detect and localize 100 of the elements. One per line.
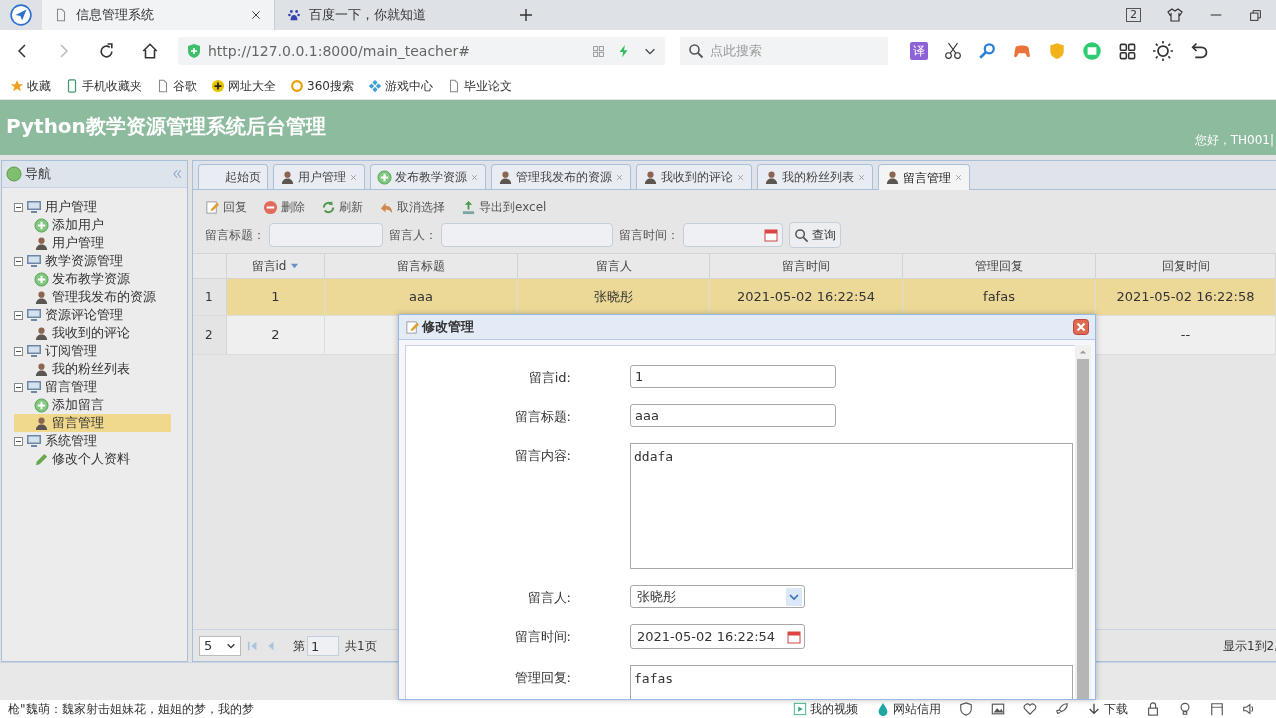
page-size-select[interactable]: 5 (199, 635, 241, 656)
tree-item[interactable]: 留言管理 (14, 414, 171, 432)
apps-grid-icon[interactable] (1118, 41, 1137, 61)
query-button[interactable]: 查询 (789, 222, 841, 248)
collapse-toggle-icon[interactable] (14, 202, 23, 212)
gamepad-icon[interactable] (1012, 42, 1032, 60)
tab[interactable]: 我的粉丝列表 (757, 164, 873, 189)
paw-icon (287, 8, 301, 22)
textarea-field[interactable]: fafas (630, 665, 1073, 699)
tab[interactable]: 用户管理 (273, 164, 365, 189)
tree-item[interactable]: 我的粉丝列表 (14, 360, 171, 378)
tab-count[interactable]: 2 (1126, 8, 1141, 22)
scrollbar[interactable] (1075, 345, 1091, 699)
tree-item[interactable]: 管理我发布的资源 (14, 288, 171, 306)
collapse-toggle-icon[interactable] (14, 256, 23, 266)
tree-item[interactable]: 添加留言 (14, 396, 171, 414)
translate-button[interactable]: 译 (910, 42, 928, 60)
toolbar-button[interactable]: 刷新 (321, 198, 363, 216)
tree-item[interactable]: 用户管理 (14, 234, 171, 252)
select-field[interactable]: 张晓彤 (630, 585, 805, 608)
reload-icon[interactable] (98, 42, 115, 60)
tree-node[interactable]: 用户管理 (45, 197, 97, 217)
search-placeholder: 点此搜索 (710, 42, 762, 61)
heart-icon[interactable] (1023, 702, 1037, 716)
rocket-icon[interactable] (1055, 702, 1069, 716)
column-header[interactable]: 留言人 (518, 254, 710, 278)
window-icon[interactable] (1210, 702, 1224, 716)
status-item[interactable]: 下载 (1087, 700, 1128, 718)
news-ticker[interactable]: 枪"魏萌：魏家射击姐妹花，姐姐的梦，我的梦 (8, 700, 793, 718)
calendar-icon[interactable] (786, 628, 802, 645)
browser-tab[interactable]: 信息管理系统 (42, 0, 274, 30)
tab[interactable]: 起始页 (198, 164, 268, 189)
bookmark-link[interactable]: 手机收藏夹 (65, 76, 142, 95)
scroll-up-icon[interactable] (1079, 349, 1087, 355)
table-row[interactable]: 1 aaa 张晓彤 2021-05-02 16:22:54 fafas 2021-05-02 16:22:58 (227, 279, 1276, 315)
date-field[interactable] (683, 223, 783, 247)
shield-icon[interactable] (959, 702, 973, 716)
lock-icon[interactable] (1146, 702, 1160, 716)
field-label: 留言内容: (513, 447, 571, 465)
tree-item[interactable]: 我收到的评论 (14, 324, 171, 342)
column-header[interactable]: 留言标题 (325, 254, 518, 278)
collapse-toggle-icon[interactable] (14, 346, 23, 356)
shirt-icon[interactable] (1167, 7, 1183, 23)
toolbar-button[interactable]: 回复 (205, 198, 247, 216)
bookmark-link[interactable]: 游戏中心 (367, 76, 433, 95)
page-input[interactable]: 1 (307, 635, 339, 656)
date-field[interactable]: 2021-05-02 16:22:54 (630, 624, 805, 649)
column-header[interactable]: 管理回复 (903, 254, 1096, 278)
column-header[interactable]: 留言时间 (710, 254, 903, 278)
grid-icon[interactable] (592, 44, 605, 58)
column-header[interactable]: 回复时间 (1096, 254, 1276, 278)
bulb-icon[interactable] (1178, 702, 1192, 716)
tree-item[interactable]: 发布教学资源 (14, 270, 171, 288)
new-tab-icon[interactable] (518, 7, 534, 23)
text-field[interactable] (269, 223, 383, 247)
toolbar-button[interactable]: 导出到excel (461, 198, 547, 216)
input-field[interactable]: 1 (630, 365, 836, 388)
tree-node[interactable]: 订阅管理 (45, 341, 97, 361)
input-field[interactable]: aaa (630, 404, 836, 427)
close-icon[interactable] (1073, 319, 1089, 335)
plus-circle-icon (34, 397, 49, 413)
browser-logo[interactable] (10, 4, 32, 26)
scrollbar-thumb[interactable] (1077, 359, 1089, 699)
speaker-icon[interactable] (1242, 702, 1256, 716)
magnifier-icon[interactable] (978, 42, 996, 60)
tree-node[interactable]: 资源评论管理 (45, 305, 123, 325)
bookmark-link[interactable]: 360搜索 (290, 76, 354, 95)
bookmark-link[interactable]: 收藏 (10, 76, 51, 95)
tab-label: 我收到的评论 (661, 169, 733, 186)
sun-icon[interactable] (1153, 41, 1173, 61)
text-field[interactable] (441, 223, 613, 247)
tab[interactable]: 发布教学资源 (370, 164, 486, 189)
tree-item[interactable]: 修改个人资料 (14, 450, 171, 468)
textarea-field[interactable]: ddafa (630, 443, 1073, 569)
close-icon[interactable] (250, 9, 262, 21)
bookmark-link[interactable]: 网址大全 (211, 76, 276, 95)
tree-node[interactable]: 教学资源管理 (45, 251, 123, 271)
scissors-icon[interactable] (944, 42, 962, 60)
address-bar[interactable]: http://127.0.0.1:8000/main_teacher# (178, 37, 665, 65)
undo-icon[interactable] (1189, 41, 1209, 61)
status-item[interactable]: 我的视频 (793, 700, 858, 718)
tab[interactable]: 我收到的评论 (636, 164, 752, 189)
status-item[interactable]: 网站信用 (876, 700, 941, 718)
collapse-toggle-icon[interactable] (14, 436, 23, 446)
column-header[interactable]: 留言id (227, 254, 325, 278)
bookmark-link[interactable]: 毕业论文 (446, 76, 512, 95)
tree-node[interactable]: 系统管理 (45, 431, 97, 451)
tree-node[interactable]: 留言管理 (45, 377, 97, 397)
image-icon[interactable] (991, 702, 1005, 716)
tab[interactable]: 管理我发布的资源 (491, 164, 631, 189)
home-icon[interactable] (141, 42, 159, 60)
calendar-icon[interactable] (763, 227, 779, 243)
restore-icon[interactable] (1249, 8, 1262, 22)
toolbar-button[interactable]: 删除 (263, 198, 305, 216)
tree-item[interactable]: 添加用户 (14, 216, 171, 234)
toolbar-button[interactable]: 取消选择 (379, 198, 445, 216)
bookmark-link[interactable]: 谷歌 (156, 76, 197, 95)
collapse-toggle-icon[interactable] (14, 310, 23, 320)
collapse-toggle-icon[interactable] (14, 382, 23, 392)
tab[interactable]: 留言管理 (878, 164, 970, 190)
